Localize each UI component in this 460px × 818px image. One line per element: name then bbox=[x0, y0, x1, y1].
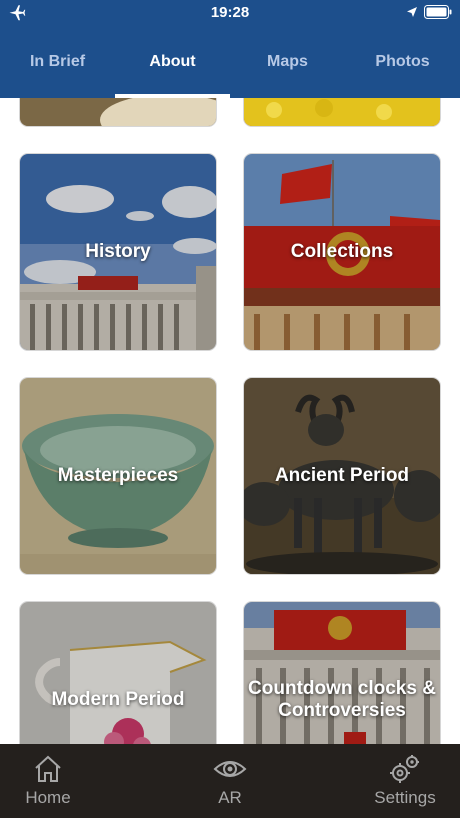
eye-icon bbox=[213, 761, 247, 777]
card-ancient-period[interactable]: Ancient Period bbox=[244, 378, 440, 574]
gears-icon bbox=[390, 755, 419, 783]
top-tab-bar: In Brief About Maps Photos bbox=[0, 26, 460, 98]
card-title-masterpieces: Masterpieces bbox=[57, 465, 179, 486]
content-grid: History Collections Masterpieces Ancient… bbox=[0, 98, 460, 744]
partial-photo-right bbox=[244, 98, 440, 126]
card-title-history: History bbox=[85, 241, 151, 262]
card-title-ancient-period: Ancient Period bbox=[274, 465, 410, 486]
nav-ar-label: AR bbox=[218, 788, 242, 807]
location-arrow-icon bbox=[407, 7, 417, 17]
nav-settings-label: Settings bbox=[374, 788, 436, 807]
card-title-collections: Collections bbox=[290, 241, 394, 262]
tab-photos[interactable]: Photos bbox=[345, 26, 460, 98]
tab-in-brief[interactable]: In Brief bbox=[0, 26, 115, 98]
card-history[interactable]: History bbox=[20, 154, 216, 350]
card-modern-period[interactable]: Modern Period bbox=[20, 602, 216, 744]
card-masterpieces[interactable]: Masterpieces bbox=[20, 378, 216, 574]
card-title-modern-period: Modern Period bbox=[51, 689, 185, 710]
tab-about[interactable]: About bbox=[115, 26, 230, 98]
card-collections[interactable]: Collections bbox=[244, 154, 440, 350]
battery-icon bbox=[424, 5, 452, 19]
tab-maps[interactable]: Maps bbox=[230, 26, 345, 98]
nav-home-label: Home bbox=[25, 788, 71, 807]
nav-home[interactable]: Home bbox=[0, 744, 108, 818]
card-shade bbox=[20, 602, 216, 744]
card-title-countdown-clocks: Countdown clocks & Controversies bbox=[248, 678, 436, 721]
partial-card-left[interactable] bbox=[20, 98, 216, 126]
card-countdown-clocks[interactable]: Countdown clocks & Controversies bbox=[244, 602, 440, 744]
nav-ar[interactable]: AR bbox=[170, 744, 290, 818]
status-time: 19:28 bbox=[210, 4, 250, 21]
home-icon bbox=[35, 755, 61, 782]
nav-settings[interactable]: Settings bbox=[345, 744, 460, 818]
bottom-nav-bar: Home AR Settings bbox=[0, 744, 460, 818]
partial-card-right[interactable] bbox=[244, 98, 440, 126]
partial-photo-left bbox=[20, 98, 216, 126]
card-shade bbox=[244, 602, 440, 744]
status-bar: 19:28 bbox=[0, 0, 460, 26]
